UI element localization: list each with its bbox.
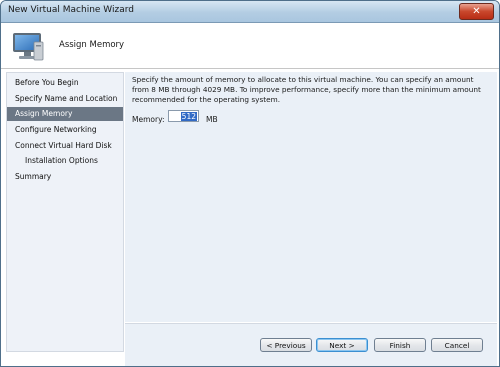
close-button[interactable]: ✕ — [459, 3, 494, 20]
memory-input[interactable]: 512 — [168, 110, 199, 122]
nav-item-label: Summary — [15, 172, 52, 181]
memory-label: Memory: — [132, 115, 165, 124]
title-bar[interactable]: New Virtual Machine Wizard ✕ — [1, 1, 499, 23]
nav-item-label: Configure Networking — [15, 125, 97, 134]
window-title: New Virtual Machine Wizard — [8, 5, 134, 15]
nav-item-assign-memory[interactable]: Assign Memory — [7, 107, 123, 121]
nav-item-before-you-begin[interactable]: Before You Begin — [7, 76, 123, 90]
cancel-button[interactable]: Cancel — [431, 338, 483, 352]
previous-button[interactable]: < Previous — [260, 338, 312, 352]
nav-item-label: Installation Options — [25, 156, 98, 165]
nav-item-connect-vhd[interactable]: Connect Virtual Hard Disk — [7, 139, 123, 153]
wizard-footer: < Previous Next > Finish Cancel — [125, 323, 497, 366]
page-title: Assign Memory — [59, 40, 125, 50]
content-panel: Specify the amount of memory to allocate… — [125, 72, 497, 322]
wizard-header: Assign Memory — [1, 23, 499, 69]
next-button[interactable]: Next > — [316, 338, 368, 352]
memory-unit: MB — [206, 115, 218, 124]
close-icon: ✕ — [472, 6, 481, 17]
finish-button[interactable]: Finish — [374, 338, 426, 352]
memory-input-value: 512 — [180, 112, 197, 121]
nav-item-label: Before You Begin — [15, 78, 79, 87]
memory-description: Specify the amount of memory to allocate… — [132, 75, 481, 104]
wizard-nav: Before You Begin Specify Name and Locati… — [6, 72, 124, 352]
computer-monitor-icon — [13, 33, 44, 61]
nav-item-configure-networking[interactable]: Configure Networking — [7, 123, 123, 137]
nav-item-installation-options[interactable]: Installation Options — [7, 154, 123, 168]
nav-item-specify-name[interactable]: Specify Name and Location — [7, 92, 123, 106]
wizard-window: New Virtual Machine Wizard ✕ Assign Memo… — [0, 0, 500, 367]
nav-item-label: Assign Memory — [15, 109, 73, 118]
nav-item-summary[interactable]: Summary — [7, 170, 123, 184]
nav-item-label: Connect Virtual Hard Disk — [15, 141, 112, 150]
nav-item-label: Specify Name and Location — [15, 94, 118, 103]
